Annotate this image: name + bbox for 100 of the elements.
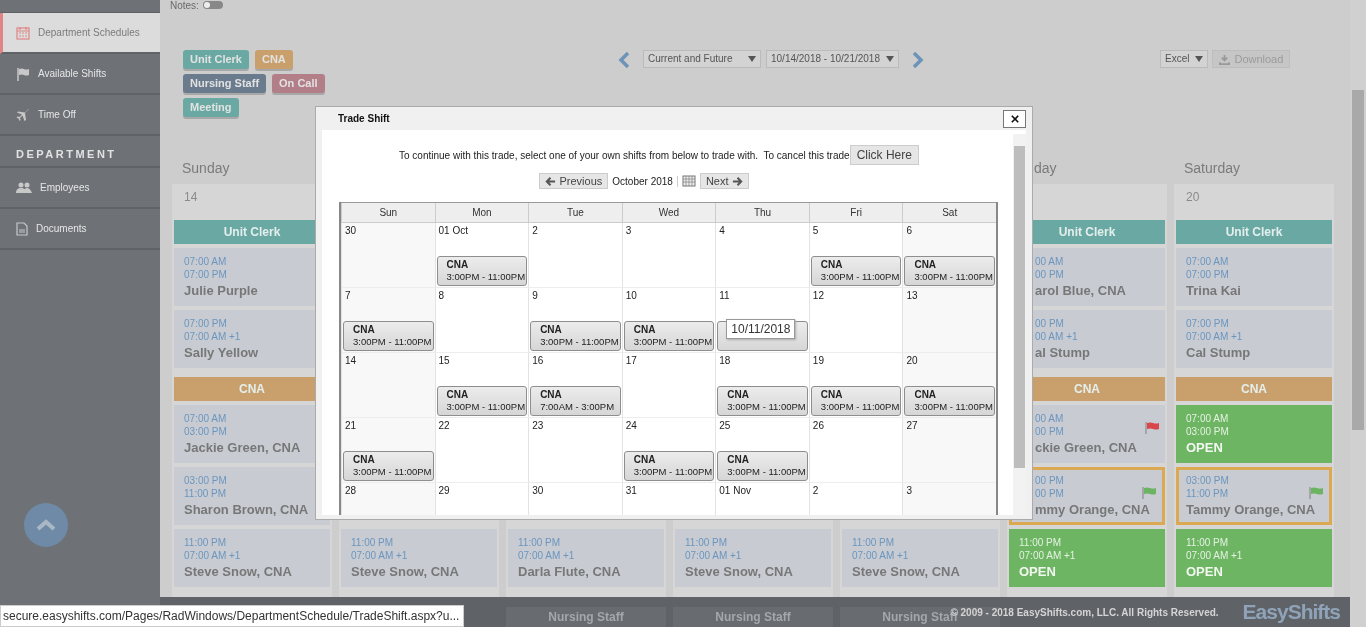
chevron-right-icon[interactable] <box>912 51 924 69</box>
start-time: 07:00 AM <box>1186 411 1230 425</box>
scrollbar[interactable] <box>1013 134 1026 515</box>
shift-time: 3:00PM - 11:00PM <box>727 466 807 478</box>
chevron-up-icon <box>36 519 56 531</box>
shift-card[interactable]: 11:00 PM 07:00 AM +1 OPEN <box>1176 529 1332 587</box>
shift-entry[interactable]: CNA 3:00PM - 11:00PM <box>436 256 528 286</box>
end-time: 00 PM <box>1035 267 1065 281</box>
week-select[interactable]: 10/14/2018 - 10/21/2018 <box>766 50 899 68</box>
dialog-title: Trade Shift <box>338 113 390 124</box>
start-time: 11:00 PM <box>1019 535 1063 549</box>
shift-label: CNA <box>820 389 844 401</box>
shift-card[interactable]: 03:00 PM 11:00 PM Sharon Brown, CNA <box>174 467 330 525</box>
shift-entry[interactable]: CNA 3:00PM - 11:00PM <box>623 451 715 481</box>
shift-card[interactable]: 07:00 AM 07:00 PM Trina Kai <box>1176 248 1332 306</box>
calendar-date: 25 <box>719 420 731 431</box>
end-time: 03:00 PM <box>1186 424 1230 438</box>
format-select[interactable]: Excel <box>1160 50 1209 68</box>
shift-entry[interactable]: CNA 3:00PM - 11:00PM <box>530 321 621 351</box>
sidebar-item[interactable]: Available Shifts <box>0 54 160 95</box>
shift-entry[interactable]: CNA 3:00PM - 11:00PM <box>343 451 434 481</box>
calendar-date: 24 <box>625 420 637 431</box>
shift-card[interactable]: 03:00 PM 11:00 PM Tammy Orange, CNA <box>1176 467 1332 525</box>
shift-card[interactable]: 11:00 PM 07:00 AM +1 Steve Snow, CNA <box>675 529 831 587</box>
shift-label: CNA <box>727 389 750 401</box>
employee-name: Darla Flute, CNA <box>518 562 622 581</box>
day-name: Sunday <box>182 160 230 176</box>
sidebar-item[interactable]: Department Schedules <box>0 13 160 54</box>
calendar-date: 2 <box>812 485 819 496</box>
employee-name: Steve Snow, CNA <box>685 562 794 581</box>
shift-card[interactable]: 11:00 PM 07:00 AM +1 Steve Snow, CNA <box>842 529 998 587</box>
shift-card[interactable]: 07:00 PM 07:00 AM +1 Cal Stump <box>1176 310 1332 368</box>
calendar-date: 20 <box>906 355 918 366</box>
shift-entry[interactable]: CNA 3:00PM - 11:00PM <box>810 256 902 286</box>
category-tag[interactable]: CNA <box>254 50 293 69</box>
scroll-top-button[interactable] <box>24 503 68 547</box>
start-time: 07:00 AM <box>184 411 228 425</box>
sidebar-item[interactable]: Employees <box>0 168 160 209</box>
category-tag[interactable]: On Call <box>272 74 325 93</box>
sidebar-item[interactable]: Documents <box>0 209 160 250</box>
download-icon <box>1219 53 1231 65</box>
start-time: 03:00 PM <box>1186 473 1230 487</box>
day-number: 14 <box>183 189 199 206</box>
caret-down-icon <box>1195 56 1204 62</box>
shift-entry[interactable]: CNA 3:00PM - 11:00PM <box>717 451 808 481</box>
shift-entry[interactable]: CNA 3:00PM - 11:00PM <box>904 256 995 286</box>
shift-label: CNA <box>446 259 470 271</box>
shift-time: 3:00PM - 11:00PM <box>633 336 714 348</box>
shift-entry[interactable]: CNA 3:00PM - 11:00PM <box>810 386 902 416</box>
shift-time: 3:00PM - 11:00PM <box>820 271 901 283</box>
calendar-date: 10 <box>625 290 637 301</box>
calendar-date: 9 <box>532 290 538 301</box>
shift-time: 3:00PM - 11:00PM <box>446 271 527 283</box>
shift-card[interactable]: 11:00 PM 07:00 AM +1 Steve Snow, CNA <box>341 529 497 587</box>
calendar-date: 28 <box>345 485 357 496</box>
shift-entry[interactable]: CNA 7:00AM - 3:00PM <box>530 386 621 416</box>
end-time: 07:00 AM +1 <box>1186 329 1244 343</box>
end-time: 00 PM <box>1035 424 1065 438</box>
close-button[interactable] <box>1003 109 1026 128</box>
position-heading: CNA <box>1176 377 1332 401</box>
calendar-icon[interactable] <box>681 175 696 187</box>
shift-entry[interactable]: CNA 3:00PM - 11:00PM <box>343 321 434 351</box>
category-tag[interactable]: Nursing Staff <box>183 74 267 93</box>
category-tag[interactable]: Unit Clerk <box>183 50 249 69</box>
logo: EasyShifts <box>1242 600 1340 624</box>
caret-down-icon <box>886 56 894 62</box>
shift-card[interactable]: 11:00 PM 07:00 AM +1 Steve Snow, CNA <box>174 529 330 587</box>
calendar-date: 21 <box>345 420 357 431</box>
chevron-left-icon[interactable] <box>618 51 630 69</box>
sidebar-item[interactable]: Time Off <box>0 95 160 136</box>
calendar-date: 27 <box>906 420 918 431</box>
shift-card[interactable]: 07:00 AM 03:00 PM OPEN <box>1176 405 1332 463</box>
calendar-date: 16 <box>532 355 544 366</box>
shift-time: 7:00AM - 3:00PM <box>540 401 616 413</box>
day-name: day <box>1034 160 1057 176</box>
employee-name: Steve Snow, CNA <box>351 562 460 581</box>
employee-name: Trina Kai <box>1186 281 1242 300</box>
shift-label: CNA <box>446 389 470 401</box>
next-button[interactable]: Next <box>699 173 749 189</box>
employee-name: al Stump <box>1035 343 1091 362</box>
calendar-date: 29 <box>438 485 450 496</box>
category-tag[interactable]: Meeting <box>183 98 239 117</box>
notes-toggle[interactable] <box>202 1 223 9</box>
shift-card[interactable]: 11:00 PM 07:00 AM +1 OPEN <box>1009 529 1165 587</box>
weekday-header: Wed <box>621 203 716 222</box>
range-select[interactable]: Current and Future <box>643 50 761 68</box>
previous-button[interactable]: Previous <box>539 173 609 189</box>
shift-entry[interactable]: CNA 3:00PM - 11:00PM <box>717 386 808 416</box>
cancel-trade-button[interactable]: Click Here <box>849 145 919 165</box>
start-time: 07:00 AM <box>1186 254 1230 268</box>
notes-label: Notes: <box>170 0 199 11</box>
weekday-header: Sat <box>902 203 996 222</box>
shift-entry[interactable]: CNA 3:00PM - 11:00PM <box>623 321 715 351</box>
shift-entry[interactable]: CNA 3:00PM - 11:00PM <box>436 386 528 416</box>
employee-name: Cal Stump <box>1186 343 1252 362</box>
start-time: 11:00 PM <box>184 535 228 549</box>
shift-card[interactable]: 11:00 PM 07:00 AM +1 Darla Flute, CNA <box>508 529 664 587</box>
shift-entry[interactable]: CNA 3:00PM - 11:00PM <box>904 386 995 416</box>
end-time: 11:00 PM <box>1186 486 1230 500</box>
employee-name: OPEN <box>1186 438 1224 457</box>
